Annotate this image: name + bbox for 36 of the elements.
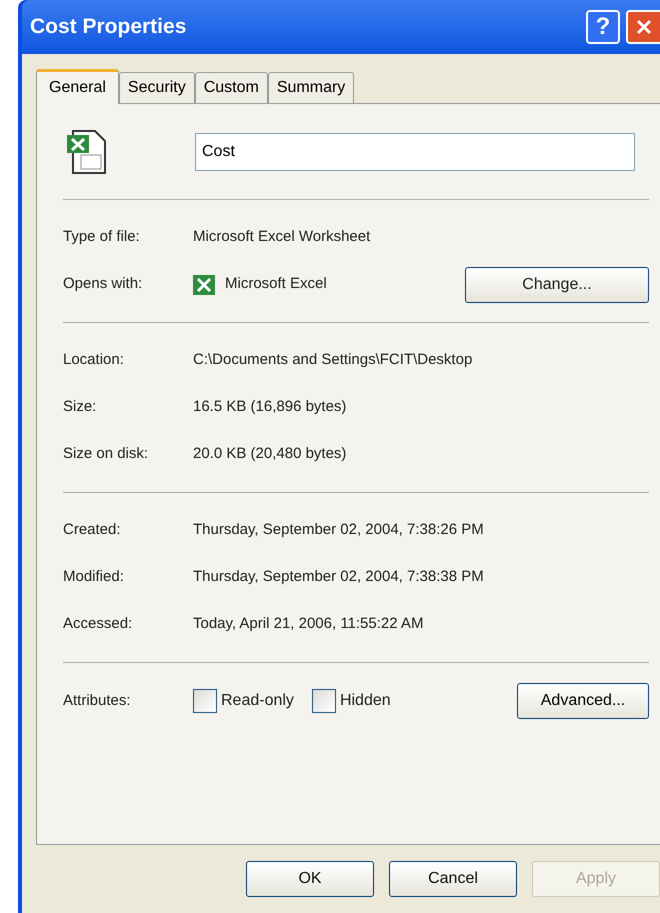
checkbox[interactable] [312, 689, 336, 713]
field-value: 16.5 KB (16,896 bytes) [193, 397, 348, 418]
field-label: Attributes: [63, 690, 132, 711]
field-label: Size: [63, 397, 98, 418]
field-label: Type of file: [63, 227, 141, 248]
field-value: Microsoft Excel [225, 274, 328, 294]
field-label: Size on disk: [63, 444, 150, 464]
tab[interactable]: Security [118, 72, 195, 103]
help-button[interactable]: ? [586, 10, 620, 44]
checkbox-label: Read-only [221, 691, 294, 711]
field-value: Microsoft Excel Worksheet [193, 227, 372, 248]
field-value: 20.0 KB (20,480 bytes) [193, 444, 348, 464]
tab[interactable]: Custom [194, 72, 268, 103]
dialog-button[interactable]: OK [246, 861, 374, 897]
field-label: Modified: [63, 567, 125, 588]
field-label: Location: [63, 350, 125, 370]
spreadsheet-app-icon [193, 274, 215, 294]
field-value: Thursday, September 02, 2004, 7:38:26 PM [193, 520, 485, 540]
tab[interactable]: Summary [268, 72, 354, 103]
checkbox[interactable] [193, 689, 217, 713]
checkbox-label: Hidden [340, 691, 391, 711]
advanced-button[interactable]: Advanced... [517, 683, 649, 719]
field-label: Opens with: [63, 274, 144, 294]
field-value: C:\Documents and Settings\FCIT\Desktop [193, 350, 474, 370]
dialog-button[interactable]: Cancel [389, 861, 517, 897]
change-button[interactable]: Change... [465, 266, 649, 302]
window-title: Cost Properties [30, 14, 188, 40]
field-value: Thursday, September 02, 2004, 7:38:38 PM [193, 567, 485, 588]
close-button[interactable] [626, 10, 660, 44]
file-name-field[interactable]: Cost [195, 132, 635, 170]
close-icon [635, 18, 653, 36]
field-label: Accessed: [63, 614, 134, 634]
spreadsheet-icon [67, 128, 107, 174]
tab[interactable]: General [36, 69, 119, 104]
field-label: Created: [63, 520, 122, 540]
field-value: Today, April 21, 2006, 11:55:22 AM [193, 614, 424, 634]
